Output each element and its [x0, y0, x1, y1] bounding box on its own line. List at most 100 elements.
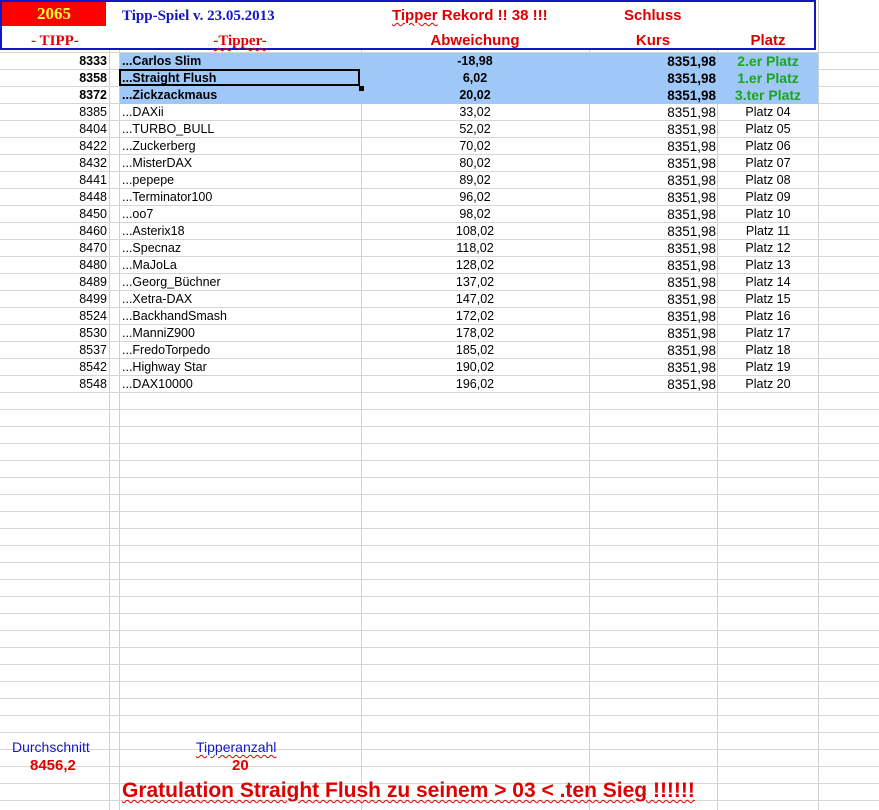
- tipper-name-cell[interactable]: ...Zuckerberg: [122, 138, 360, 155]
- kurs-cell[interactable]: 8351,98: [590, 274, 716, 291]
- platz-cell[interactable]: Platz 19: [718, 359, 818, 376]
- tipper-name-cell[interactable]: ...MaJoLa: [122, 257, 360, 274]
- kurs-cell[interactable]: 8351,98: [590, 257, 716, 274]
- average-value[interactable]: 8456,2: [30, 757, 76, 774]
- tipp-cell[interactable]: 8548: [0, 376, 107, 393]
- game-title[interactable]: Tipp-Spiel v. 23.05.2013: [122, 6, 275, 26]
- tipp-cell[interactable]: 8432: [0, 155, 107, 172]
- tipper-name-cell[interactable]: ...ManniZ900: [122, 325, 360, 342]
- platz-cell[interactable]: 2.er Platz: [718, 53, 818, 70]
- kurs-cell[interactable]: 8351,98: [590, 104, 716, 121]
- year-cell[interactable]: 2065: [2, 2, 106, 26]
- kurs-cell[interactable]: 8351,98: [590, 206, 716, 223]
- tipp-cell[interactable]: 8524: [0, 308, 107, 325]
- kurs-cell[interactable]: 8351,98: [590, 53, 716, 70]
- abweichung-cell[interactable]: 6,02: [362, 70, 588, 87]
- tipper-name-cell[interactable]: ...Asterix18: [122, 223, 360, 240]
- abweichung-cell[interactable]: 89,02: [362, 172, 588, 189]
- abweichung-cell[interactable]: 178,02: [362, 325, 588, 342]
- abweichung-cell[interactable]: -18,98: [362, 53, 588, 70]
- platz-cell[interactable]: Platz 11: [718, 223, 818, 240]
- tipp-cell[interactable]: 8480: [0, 257, 107, 274]
- abweichung-cell[interactable]: 147,02: [362, 291, 588, 308]
- count-value[interactable]: 20: [232, 757, 249, 774]
- tipper-name-cell[interactable]: ...Xetra-DAX: [122, 291, 360, 308]
- kurs-cell[interactable]: 8351,98: [590, 359, 716, 376]
- tipper-name-cell[interactable]: ...DAXii: [122, 104, 360, 121]
- col-header-tipper[interactable]: -Tipper-: [120, 31, 360, 51]
- col-header-kurs[interactable]: Kurs: [590, 31, 716, 51]
- kurs-cell[interactable]: 8351,98: [590, 342, 716, 359]
- abweichung-cell[interactable]: 172,02: [362, 308, 588, 325]
- abweichung-cell[interactable]: 108,02: [362, 223, 588, 240]
- tipper-name-cell[interactable]: ...Zickzackmaus: [122, 87, 360, 104]
- tipp-cell[interactable]: 8499: [0, 291, 107, 308]
- abweichung-cell[interactable]: 185,02: [362, 342, 588, 359]
- fill-handle[interactable]: [359, 86, 364, 91]
- platz-cell[interactable]: Platz 09: [718, 189, 818, 206]
- abweichung-cell[interactable]: 70,02: [362, 138, 588, 155]
- kurs-cell[interactable]: 8351,98: [590, 325, 716, 342]
- kurs-cell[interactable]: 8351,98: [590, 138, 716, 155]
- platz-cell[interactable]: Platz 15: [718, 291, 818, 308]
- record-text[interactable]: Tipper Rekord !! 38 !!!: [392, 6, 548, 26]
- kurs-cell[interactable]: 8351,98: [590, 155, 716, 172]
- tipp-cell[interactable]: 8358: [0, 70, 107, 87]
- platz-cell[interactable]: Platz 06: [718, 138, 818, 155]
- col-header-tipp[interactable]: - TIPP-: [0, 31, 110, 51]
- platz-cell[interactable]: Platz 08: [718, 172, 818, 189]
- kurs-cell[interactable]: 8351,98: [590, 240, 716, 257]
- abweichung-cell[interactable]: 52,02: [362, 121, 588, 138]
- tipper-name-cell[interactable]: ...MisterDAX: [122, 155, 360, 172]
- abweichung-cell[interactable]: 98,02: [362, 206, 588, 223]
- average-label[interactable]: Durchschnitt: [12, 739, 90, 755]
- selected-cell-border[interactable]: [119, 69, 360, 86]
- kurs-cell[interactable]: 8351,98: [590, 189, 716, 206]
- kurs-cell[interactable]: 8351,98: [590, 87, 716, 104]
- abweichung-cell[interactable]: 33,02: [362, 104, 588, 121]
- kurs-cell[interactable]: 8351,98: [590, 223, 716, 240]
- platz-cell[interactable]: Platz 10: [718, 206, 818, 223]
- tipp-cell[interactable]: 8404: [0, 121, 107, 138]
- platz-cell[interactable]: Platz 14: [718, 274, 818, 291]
- tipper-name-cell[interactable]: ...DAX10000: [122, 376, 360, 393]
- count-label[interactable]: Tipperanzahl: [196, 739, 276, 755]
- tipp-cell[interactable]: 8537: [0, 342, 107, 359]
- tipper-name-cell[interactable]: ...TURBO_BULL: [122, 121, 360, 138]
- tipp-cell[interactable]: 8441: [0, 172, 107, 189]
- col-header-platz[interactable]: Platz: [718, 31, 818, 51]
- tipper-name-cell[interactable]: ...Georg_Büchner: [122, 274, 360, 291]
- col-header-abweichung[interactable]: Abweichung: [362, 31, 588, 51]
- tipper-name-cell[interactable]: ...pepepe: [122, 172, 360, 189]
- platz-cell[interactable]: Platz 04: [718, 104, 818, 121]
- abweichung-cell[interactable]: 137,02: [362, 274, 588, 291]
- abweichung-cell[interactable]: 190,02: [362, 359, 588, 376]
- platz-cell[interactable]: 3.ter Platz: [718, 87, 818, 104]
- tipp-cell[interactable]: 8422: [0, 138, 107, 155]
- platz-cell[interactable]: Platz 18: [718, 342, 818, 359]
- tipper-name-cell[interactable]: ...Specnaz: [122, 240, 360, 257]
- platz-cell[interactable]: Platz 05: [718, 121, 818, 138]
- tipp-cell[interactable]: 8460: [0, 223, 107, 240]
- abweichung-cell[interactable]: 118,02: [362, 240, 588, 257]
- tipp-cell[interactable]: 8542: [0, 359, 107, 376]
- tipp-cell[interactable]: 8450: [0, 206, 107, 223]
- platz-cell[interactable]: Platz 17: [718, 325, 818, 342]
- platz-cell[interactable]: Platz 12: [718, 240, 818, 257]
- abweichung-cell[interactable]: 20,02: [362, 87, 588, 104]
- kurs-cell[interactable]: 8351,98: [590, 291, 716, 308]
- platz-cell[interactable]: Platz 13: [718, 257, 818, 274]
- tipper-name-cell[interactable]: ...FredoTorpedo: [122, 342, 360, 359]
- tipp-cell[interactable]: 8372: [0, 87, 107, 104]
- platz-cell[interactable]: Platz 07: [718, 155, 818, 172]
- platz-cell[interactable]: 1.er Platz: [718, 70, 818, 87]
- platz-cell[interactable]: Platz 16: [718, 308, 818, 325]
- tipper-name-cell[interactable]: ...BackhandSmash: [122, 308, 360, 325]
- tipp-cell[interactable]: 8448: [0, 189, 107, 206]
- abweichung-cell[interactable]: 128,02: [362, 257, 588, 274]
- abweichung-cell[interactable]: 96,02: [362, 189, 588, 206]
- tipp-cell[interactable]: 8530: [0, 325, 107, 342]
- tipp-cell[interactable]: 8333: [0, 53, 107, 70]
- abweichung-cell[interactable]: 80,02: [362, 155, 588, 172]
- tipper-name-cell[interactable]: ...oo7: [122, 206, 360, 223]
